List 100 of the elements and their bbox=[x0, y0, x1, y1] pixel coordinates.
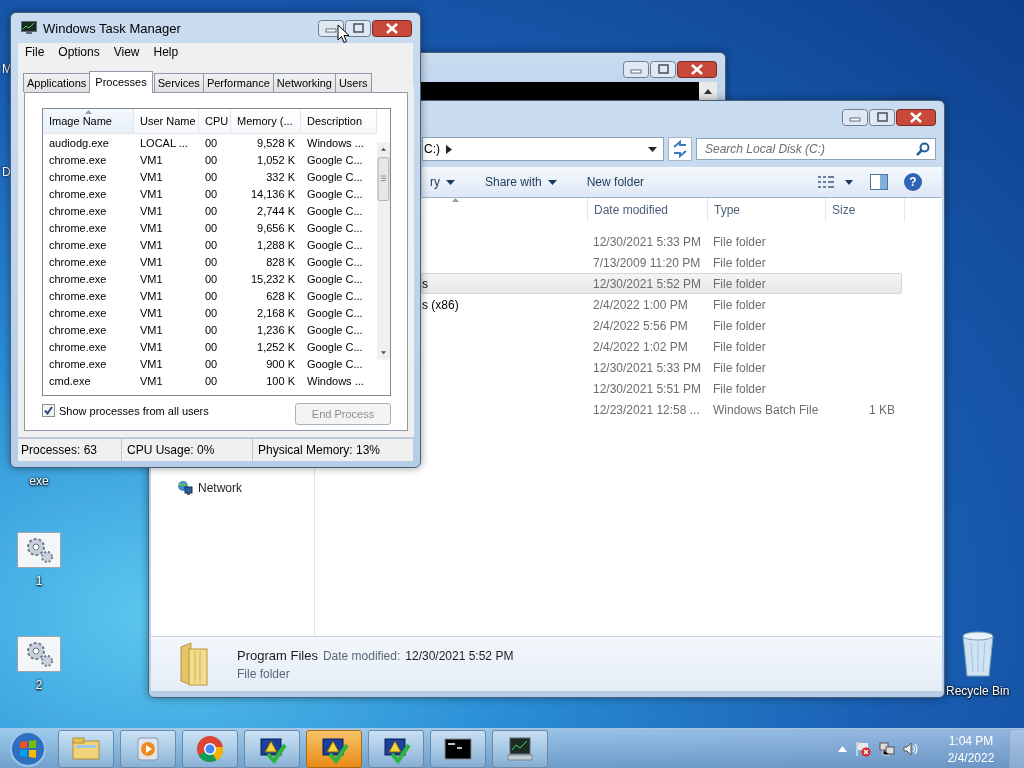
table-cell-text: Google C... bbox=[306, 170, 364, 183]
close-button[interactable] bbox=[677, 61, 717, 78]
table-cell-text: chrome.exe bbox=[48, 255, 108, 268]
table-cell-text: VM1 bbox=[139, 255, 164, 268]
table-cell-text: chrome.exe bbox=[48, 340, 108, 353]
table-cell-text: chrome.exe bbox=[48, 357, 108, 370]
refresh-button[interactable] bbox=[668, 137, 692, 161]
show-hidden-icons-button[interactable] bbox=[838, 746, 847, 752]
column-header[interactable]: Size bbox=[825, 198, 905, 222]
nav-item[interactable]: Network bbox=[151, 480, 314, 496]
menu-item[interactable]: View bbox=[106, 44, 147, 60]
table-cell-text: Google C... bbox=[306, 306, 364, 319]
table-cell-text: 628 K bbox=[265, 289, 296, 302]
table-cell-text: 1,288 K bbox=[256, 238, 296, 251]
speaker-icon[interactable] bbox=[903, 741, 919, 757]
table-cell-text: File folder bbox=[712, 276, 767, 291]
table-cell-text: chrome.exe bbox=[48, 238, 108, 251]
column-header[interactable]: CPU bbox=[199, 109, 231, 133]
table-cell-text: 00 bbox=[204, 238, 219, 251]
close-button[interactable] bbox=[896, 109, 936, 126]
help-button[interactable]: ? bbox=[904, 173, 922, 191]
checkmark-icon bbox=[44, 406, 53, 415]
toolbar-button[interactable]: Share with bbox=[477, 171, 565, 193]
column-header[interactable]: Image Name bbox=[43, 109, 134, 133]
table-cell-text: Windows Batch File bbox=[712, 402, 820, 417]
table-cell-text: Google C... bbox=[306, 238, 364, 251]
maximize-button[interactable] bbox=[650, 61, 676, 78]
network-icon[interactable] bbox=[879, 741, 895, 757]
maximize-button[interactable] bbox=[869, 109, 895, 126]
table-cell-text: 00 bbox=[204, 357, 219, 370]
tab[interactable]: Networking bbox=[272, 73, 336, 92]
address-bar[interactable]: C:) bbox=[422, 137, 664, 161]
menu-item[interactable]: File bbox=[18, 44, 52, 60]
taskbar-button[interactable] bbox=[244, 730, 300, 768]
table-cell-text: VM1 bbox=[139, 187, 164, 200]
column-header[interactable]: Type bbox=[707, 198, 825, 222]
desktop-icon-label[interactable]: Recycle Bin bbox=[946, 684, 1010, 698]
toolbar-button[interactable]: New folder bbox=[578, 171, 653, 193]
table-cell-text: chrome.exe bbox=[48, 204, 108, 217]
tab[interactable]: Applications bbox=[23, 73, 91, 92]
table-cell-text: 00 bbox=[204, 204, 219, 217]
preview-pane-button[interactable] bbox=[870, 174, 888, 190]
taskbar-button[interactable] bbox=[430, 730, 486, 768]
table-cell-text: 100 K bbox=[265, 374, 296, 387]
table-cell-text: 2/4/2022 1:00 PM bbox=[592, 297, 689, 312]
minimize-button[interactable] bbox=[842, 109, 868, 126]
address-segment[interactable]: C:) bbox=[424, 142, 440, 156]
field-value: 12/30/2021 5:52 PM bbox=[405, 648, 514, 663]
tab[interactable]: Users bbox=[334, 73, 372, 92]
column-header[interactable]: Date modified bbox=[587, 198, 707, 222]
field-label: Date modified: bbox=[322, 648, 401, 663]
tab[interactable]: Services bbox=[153, 73, 204, 92]
search-field[interactable]: Search Local Disk (C:) bbox=[696, 138, 936, 160]
desktop-icon-label: M bbox=[2, 62, 12, 76]
table-cell-text: chrome.exe bbox=[48, 221, 108, 234]
file-type: File folder bbox=[237, 666, 291, 681]
taskbar-button[interactable] bbox=[492, 730, 548, 768]
table-cell-text: 00 bbox=[204, 374, 219, 387]
recycle-bin-icon bbox=[960, 630, 996, 678]
toolbar-button[interactable]: ry bbox=[422, 171, 463, 193]
file-row-highlight[interactable]: s 12/30/2021 5:52 PM File folder bbox=[421, 273, 902, 294]
close-button[interactable] bbox=[372, 19, 412, 37]
minimize-button[interactable] bbox=[623, 61, 649, 78]
table-cell-text: Google C... bbox=[306, 255, 364, 268]
table-cell-text: 9,656 K bbox=[256, 221, 296, 234]
table-cell-text: Google C... bbox=[306, 204, 364, 217]
scroll-up-button[interactable] bbox=[699, 82, 717, 100]
dropdown-arrow-icon[interactable] bbox=[648, 146, 657, 152]
table-cell-text: 00 bbox=[204, 272, 219, 285]
window-title: Windows Task Manager bbox=[43, 20, 181, 36]
column-header[interactable]: Memory (... bbox=[231, 109, 301, 133]
column-header[interactable]: Description bbox=[301, 109, 377, 133]
menu-item[interactable]: Options bbox=[51, 44, 107, 60]
tab[interactable]: Processes bbox=[89, 71, 153, 93]
table-cell-text: VM1 bbox=[139, 153, 164, 166]
table-cell-text: 2/4/2022 1:02 PM bbox=[592, 339, 689, 354]
taskbar-button[interactable] bbox=[306, 730, 362, 768]
table-cell-text: 828 K bbox=[265, 255, 296, 268]
table-cell-text: File folder bbox=[712, 255, 767, 270]
view-options-button[interactable] bbox=[818, 175, 854, 189]
checkbox[interactable]: Show processes from all users bbox=[42, 404, 209, 417]
tab[interactable]: Performance bbox=[202, 73, 274, 92]
table-cell-text: 12/30/2021 5:33 PM bbox=[592, 234, 703, 249]
flag-icon[interactable] bbox=[855, 741, 871, 757]
clock-time: 1:04 PM bbox=[948, 733, 994, 748]
file-name[interactable]: s (x86) bbox=[422, 297, 459, 312]
table-cell-text: 2,744 K bbox=[256, 204, 296, 217]
table-cell-text: 00 bbox=[204, 136, 219, 149]
table-cell-text: 12/30/2021 5:33 PM bbox=[592, 360, 703, 375]
taskbar-button[interactable] bbox=[368, 730, 424, 768]
table-cell-text: 2/4/2022 5:56 PM bbox=[592, 318, 689, 333]
file-name[interactable]: s bbox=[422, 276, 428, 291]
table-cell-text: Google C... bbox=[306, 340, 364, 353]
table-cell-text: Google C... bbox=[306, 323, 364, 336]
menu-item[interactable]: Help bbox=[146, 44, 186, 60]
column-header[interactable]: User Name bbox=[134, 109, 199, 133]
table-cell-text: VM1 bbox=[139, 170, 164, 183]
table-cell: 1 KB bbox=[869, 402, 895, 417]
table-cell-text: Google C... bbox=[306, 272, 364, 285]
maximize-button[interactable] bbox=[345, 19, 371, 37]
